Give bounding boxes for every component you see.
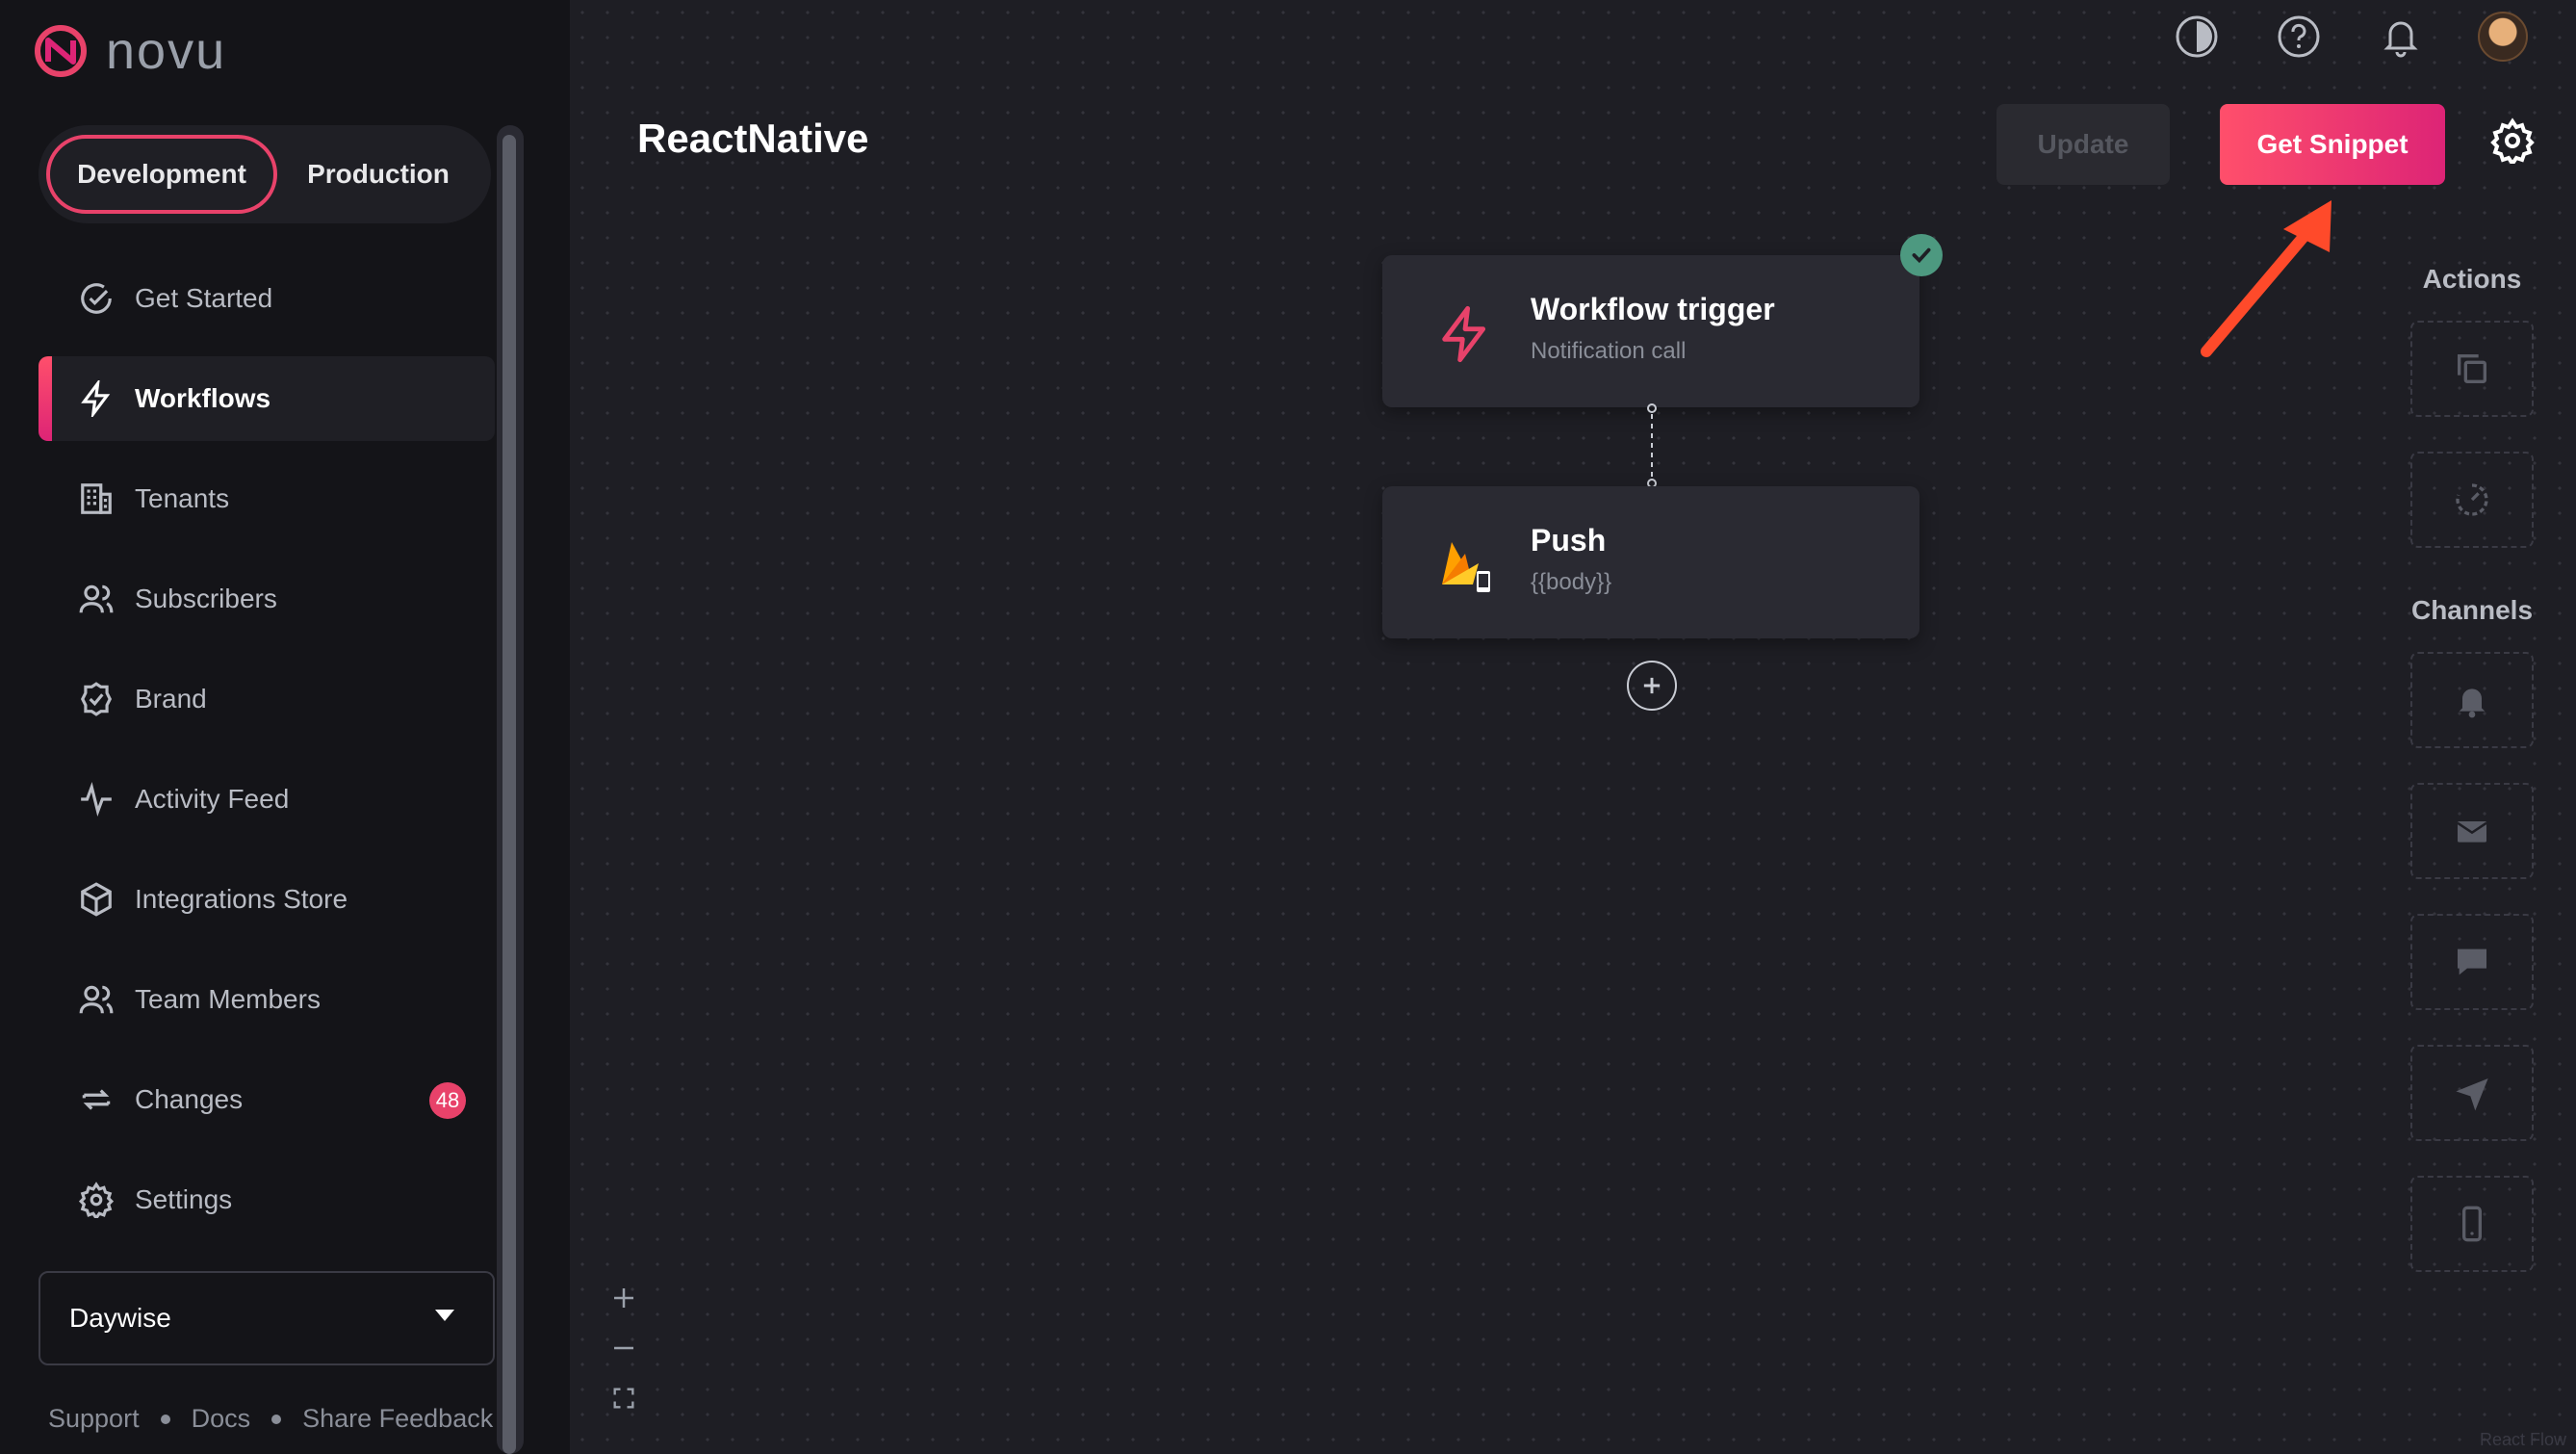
sidebar-scrollbar-thumb[interactable] [502, 135, 516, 1454]
firebase-push-icon [1442, 542, 1490, 592]
chat-bubble-icon [2458, 948, 2486, 975]
annotation-arrow-icon [2201, 200, 2331, 357]
sidebar-item-settings[interactable]: Settings [39, 1157, 495, 1242]
react-flow-attribution[interactable]: React Flow [2480, 1430, 2566, 1450]
team-icon [77, 980, 116, 1019]
sidebar-item-label: Get Started [135, 283, 273, 313]
push-step-node[interactable]: Push {{body}} [1382, 486, 1919, 638]
sidebar-item-label: Settings [135, 1184, 233, 1214]
sidebar-item-workflows[interactable]: Workflows [39, 356, 495, 441]
digest-action-tile[interactable] [2410, 321, 2534, 417]
update-button[interactable]: Update [1996, 104, 2170, 185]
bell-icon [2459, 688, 2486, 718]
sidebar-item-activity-feed[interactable]: Activity Feed [39, 757, 495, 842]
changes-count-badge: 48 [429, 1082, 466, 1119]
sidebar-item-label: Integrations Store [135, 884, 348, 914]
sidebar-item-tenants[interactable]: Tenants [39, 456, 495, 541]
email-channel-tile[interactable] [2410, 783, 2534, 879]
timer-icon [2456, 483, 2488, 516]
separator-dot [271, 1414, 282, 1424]
users-icon [77, 580, 116, 618]
cube-icon [77, 880, 116, 919]
logo-text: novu [106, 22, 227, 80]
sidebar-footer: Support Docs Share Feedback [48, 1404, 493, 1434]
sidebar-item-label: Workflows [135, 383, 271, 413]
activity-icon [77, 780, 116, 818]
sidebar-item-subscribers[interactable]: Subscribers [39, 557, 495, 641]
push-channel-tile[interactable] [2410, 1176, 2534, 1272]
avatar [2478, 12, 2528, 62]
channels-heading: Channels [2410, 595, 2534, 625]
sidebar-item-team-members[interactable]: Team Members [39, 957, 495, 1042]
node-title: Push [1531, 523, 1607, 558]
sidebar-item-label: Brand [135, 684, 207, 714]
send-icon [2456, 1078, 2488, 1111]
node-subtitle: Notification call [1531, 338, 1687, 364]
fit-view-icon[interactable] [605, 1379, 643, 1417]
lightning-icon [77, 379, 116, 418]
lightning-icon [1442, 305, 1486, 363]
organization-select-value: Daywise [69, 1303, 171, 1333]
plus-icon [1643, 677, 1661, 694]
workflow-settings-icon[interactable] [2489, 117, 2536, 168]
envelope-icon [2457, 821, 2487, 843]
node-title: Workflow trigger [1531, 292, 1775, 326]
sidebar-item-brand[interactable]: Brand [39, 657, 495, 741]
actions-heading: Actions [2422, 264, 2522, 294]
docs-link[interactable]: Docs [192, 1404, 251, 1434]
building-icon [77, 480, 116, 518]
chat-channel-tile[interactable] [2410, 1045, 2534, 1141]
in-app-channel-tile[interactable] [2410, 652, 2534, 748]
sidebar-item-label: Subscribers [135, 584, 277, 613]
sidebar-item-integrations-store[interactable]: Integrations Store [39, 857, 495, 942]
help-icon[interactable] [2272, 10, 2326, 64]
gear-icon [77, 1181, 116, 1219]
check-circle-icon [77, 279, 116, 318]
topbar-icons [2122, 10, 2530, 64]
workflow-trigger-node[interactable]: Workflow trigger Notification call [1382, 255, 1919, 407]
sidebar-item-label: Activity Feed [135, 784, 290, 814]
env-development-button[interactable]: Development [46, 135, 277, 214]
page-title: ReactNative [637, 116, 869, 161]
node-subtitle: {{body}} [1531, 569, 1612, 595]
organization-select[interactable]: Daywise [39, 1271, 495, 1365]
sidebar-item-label: Team Members [135, 984, 321, 1014]
add-step-button[interactable] [1627, 661, 1677, 711]
get-snippet-button[interactable]: Get Snippet [2220, 104, 2445, 185]
caret-down-icon [435, 1310, 454, 1321]
sidebar: novu Development Production Get Started … [0, 0, 570, 1454]
zoom-in-icon[interactable] [605, 1279, 643, 1317]
sidebar-item-label: Tenants [135, 483, 230, 513]
notification-bell-icon[interactable] [2374, 10, 2428, 64]
separator-dot [160, 1414, 170, 1424]
zoom-out-icon[interactable] [605, 1329, 643, 1367]
user-avatar[interactable] [2476, 10, 2530, 64]
environment-toggle: Development Production [39, 125, 491, 223]
sidebar-item-changes[interactable]: Changes 48 [39, 1057, 495, 1142]
delay-action-tile[interactable] [2410, 452, 2534, 548]
sms-channel-tile[interactable] [2410, 914, 2534, 1010]
badge-check-icon [77, 680, 116, 718]
sidebar-item-label: Changes [135, 1084, 244, 1114]
refresh-icon [77, 1080, 116, 1119]
success-check-icon [1900, 234, 1943, 276]
sidebar-nav: Get Started Workflows Tenants Subscriber… [39, 256, 495, 1258]
node-connector [1647, 403, 1657, 488]
sidebar-item-get-started[interactable]: Get Started [39, 256, 495, 341]
support-link[interactable]: Support [48, 1404, 140, 1434]
novu-logo-icon [35, 25, 87, 77]
share-feedback-link[interactable]: Share Feedback [302, 1404, 493, 1434]
theme-toggle-icon[interactable] [2170, 10, 2224, 64]
copy-icon [2458, 354, 2486, 383]
mobile-icon [2462, 1206, 2482, 1242]
logo[interactable]: novu [35, 21, 226, 81]
env-production-button[interactable]: Production [277, 135, 479, 214]
